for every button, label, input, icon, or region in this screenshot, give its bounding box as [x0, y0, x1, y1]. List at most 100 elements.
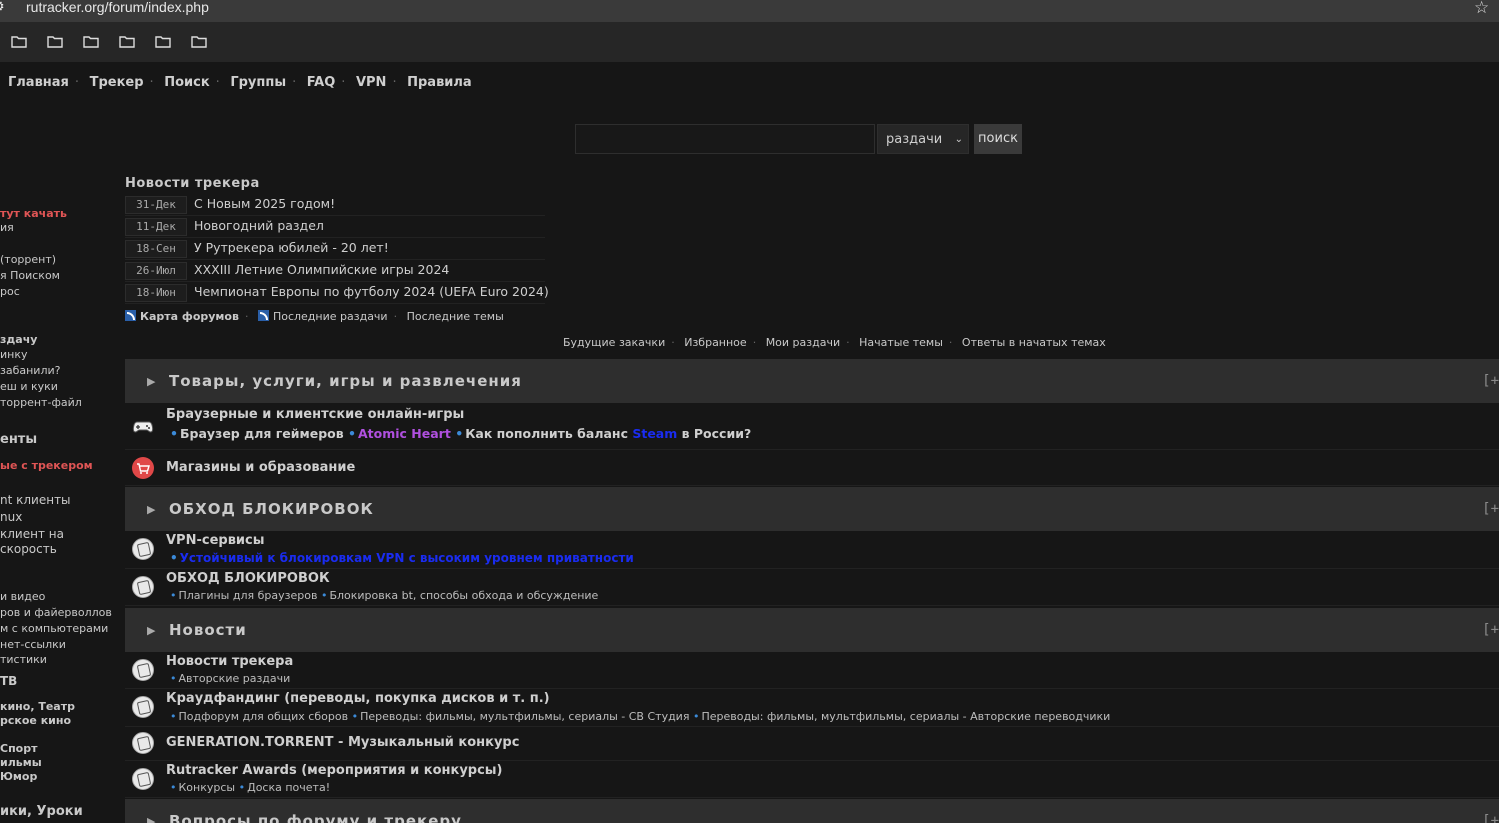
sidebar-link[interactable]: и видео	[0, 590, 45, 603]
sidebar-link[interactable]: еш и куки	[0, 380, 58, 393]
replies-link[interactable]: Ответы в начатых темах	[962, 336, 1106, 349]
sidebar-link[interactable]: nux	[0, 510, 22, 524]
category-title[interactable]: Вопросы по форуму и трекеру	[169, 812, 462, 823]
search-input[interactable]	[575, 124, 875, 154]
category-title[interactable]: Товары, услуги, игры и развлечения	[169, 372, 522, 390]
search-scope-select[interactable]: раздачи ⌄	[877, 124, 969, 154]
category-header[interactable]: ▶ Вопросы по форуму и трекеру [+	[125, 799, 1499, 823]
sidebar-link[interactable]: nt клиенты	[0, 493, 71, 507]
sidebar-link[interactable]: (торрент)	[0, 253, 56, 266]
subforum-link[interactable]: Как пополнить баланс	[465, 426, 628, 441]
forum-map-link[interactable]: Карта форумов	[140, 310, 239, 323]
nav-groups[interactable]: Группы	[230, 75, 286, 90]
sidebar-link[interactable]: инку	[0, 348, 28, 361]
subforum-link[interactable]: Плагины для браузеров	[179, 589, 318, 602]
category-title[interactable]: ОБХОД БЛОКИРОВОК	[169, 500, 374, 518]
expand-toggle[interactable]: [+	[1482, 373, 1499, 389]
sidebar-link[interactable]: нет-ссылки	[0, 638, 66, 651]
news-date: 26-Июл	[125, 262, 187, 280]
latest-topics-link[interactable]: Последние темы	[407, 310, 504, 323]
category-header[interactable]: ▶ Новости [+	[125, 608, 1499, 652]
expand-toggle[interactable]: [+	[1482, 813, 1499, 823]
folder-icon[interactable]	[191, 35, 207, 48]
news-link[interactable]: XXXIII Летние Олимпийские игры 2024	[194, 262, 449, 277]
forum-title[interactable]: GENERATION.TORRENT - Музыкальный конкурс	[166, 735, 519, 750]
nav-tracker[interactable]: Трекер	[90, 75, 144, 90]
folder-icon[interactable]	[155, 35, 171, 48]
forum-title[interactable]: VPN-сервисы	[166, 533, 265, 548]
sidebar-link[interactable]: торрент-файл	[0, 396, 82, 409]
sidebar-link[interactable]: Юмор	[0, 770, 37, 783]
search-button[interactable]: поиск	[974, 124, 1022, 154]
forum-title[interactable]: Магазины и образование	[166, 460, 355, 475]
folder-icon[interactable]	[47, 35, 63, 48]
sidebar-link[interactable]: м с компьютерами	[0, 622, 108, 635]
folder-icon[interactable]	[83, 35, 99, 48]
category-header[interactable]: ▶ ОБХОД БЛОКИРОВОК [+	[125, 487, 1499, 531]
forum-title[interactable]: ОБХОД БЛОКИРОВОК	[166, 571, 330, 586]
favorites-link[interactable]: Избранное	[684, 336, 746, 349]
subforum-link[interactable]: Устойчивый к блокировкам VPN с высоким у…	[180, 551, 634, 565]
sidebar-link[interactable]: ров и файерволлов	[0, 606, 112, 619]
news-link[interactable]: Чемпионат Европы по футболу 2024 (UEFA E…	[194, 284, 549, 299]
subforum-link[interactable]: Блокировка bt, способы обхода и обсужден…	[329, 589, 598, 602]
news-item[interactable]: 18-Июн Чемпионат Европы по футболу 2024 …	[125, 282, 549, 304]
news-item[interactable]: 18-Сен У Рутрекера юбилей - 20 лет!	[125, 238, 545, 260]
bookmark-star-icon[interactable]: ☆	[1474, 0, 1489, 18]
sidebar-link[interactable]: рское кино	[0, 714, 71, 727]
subforum-link-text[interactable]: в России?	[682, 426, 752, 441]
nav-home[interactable]: Главная	[8, 75, 69, 90]
sidebar-link[interactable]: тут качать	[0, 207, 67, 220]
site-info-icon[interactable]: ⚙	[0, 0, 12, 16]
steam-link[interactable]: Steam	[632, 426, 677, 441]
main-nav: Главная · Трекер · Поиск · Группы · FAQ · VPN…	[8, 75, 472, 90]
folder-icon[interactable]	[119, 35, 135, 48]
nav-faq[interactable]: FAQ	[307, 75, 336, 90]
subforum-link[interactable]: Браузер для геймеров	[180, 426, 344, 441]
sidebar-link[interactable]: ые с трекером	[0, 459, 93, 472]
sidebar-link[interactable]: я Поиском	[0, 269, 60, 282]
subforum-link[interactable]: Подфорум для общих сборов	[179, 710, 349, 723]
sidebar-link[interactable]: клиент на	[0, 527, 64, 541]
category-title[interactable]: Новости	[169, 621, 247, 639]
news-item[interactable]: 26-Июл XXXIII Летние Олимпийские игры 20…	[125, 260, 545, 282]
sidebar-link[interactable]: ия	[0, 221, 14, 234]
started-topics-link[interactable]: Начатые темы	[859, 336, 943, 349]
nav-vpn[interactable]: VPN	[356, 75, 386, 90]
expand-toggle[interactable]: [+	[1482, 501, 1499, 517]
forum-title[interactable]: Новости трекера	[166, 654, 293, 669]
news-item[interactable]: 31-Дек С Новым 2025 годом!	[125, 194, 545, 216]
news-item[interactable]: 11-Дек Новогодний раздел	[125, 216, 545, 238]
folder-icon[interactable]	[11, 35, 27, 48]
latest-releases-link[interactable]: Последние раздачи	[273, 310, 388, 323]
address-bar[interactable]: ⚙ rutracker.org/forum/index.php ☆	[0, 0, 1499, 22]
news-link[interactable]: У Рутрекера юбилей - 20 лет!	[194, 240, 389, 255]
forum-title[interactable]: Краудфандинг (переводы, покупка дисков и…	[166, 691, 550, 706]
url-text[interactable]: rutracker.org/forum/index.php	[26, 0, 209, 15]
nav-search[interactable]: Поиск	[164, 75, 209, 90]
subforum-link[interactable]: Atomic Heart	[358, 426, 451, 441]
subforum-link[interactable]: Переводы: фильмы, мультфильмы, сериалы -…	[360, 710, 689, 723]
sidebar-link[interactable]: рос	[0, 285, 20, 298]
sidebar-link[interactable]: ТВ	[0, 674, 17, 688]
my-releases-link[interactable]: Мои раздачи	[766, 336, 840, 349]
sidebar-link[interactable]: здачу	[0, 333, 37, 346]
sidebar-link[interactable]: скорость	[0, 542, 57, 556]
expand-toggle[interactable]: [+	[1482, 622, 1499, 638]
sidebar-link[interactable]: Спорт	[0, 742, 37, 755]
nav-rules[interactable]: Правила	[407, 75, 472, 90]
sidebar-link[interactable]: ильмы	[0, 756, 42, 769]
news-link[interactable]: Новогодний раздел	[194, 218, 324, 233]
forum-title[interactable]: Rutracker Awards (мероприятия и конкурсы…	[166, 763, 503, 778]
subforum-link[interactable]: Авторские раздачи	[179, 672, 291, 685]
subforum-link[interactable]: Доска почета!	[247, 781, 330, 794]
sidebar-link[interactable]: тистики	[0, 653, 47, 666]
news-link[interactable]: С Новым 2025 годом!	[194, 196, 335, 211]
sidebar-link[interactable]: забанили?	[0, 364, 60, 377]
category-header[interactable]: ▶ Товары, услуги, игры и развлечения [+	[125, 359, 1499, 403]
forum-title[interactable]: Браузерные и клиентские онлайн-игры	[166, 407, 464, 422]
sidebar-link[interactable]: кино, Театр	[0, 700, 75, 713]
future-downloads-link[interactable]: Будущие закачки	[563, 336, 665, 349]
subforum-link[interactable]: Конкурсы	[179, 781, 236, 794]
subforum-link[interactable]: Переводы: фильмы, мультфильмы, сериалы -…	[701, 710, 1110, 723]
